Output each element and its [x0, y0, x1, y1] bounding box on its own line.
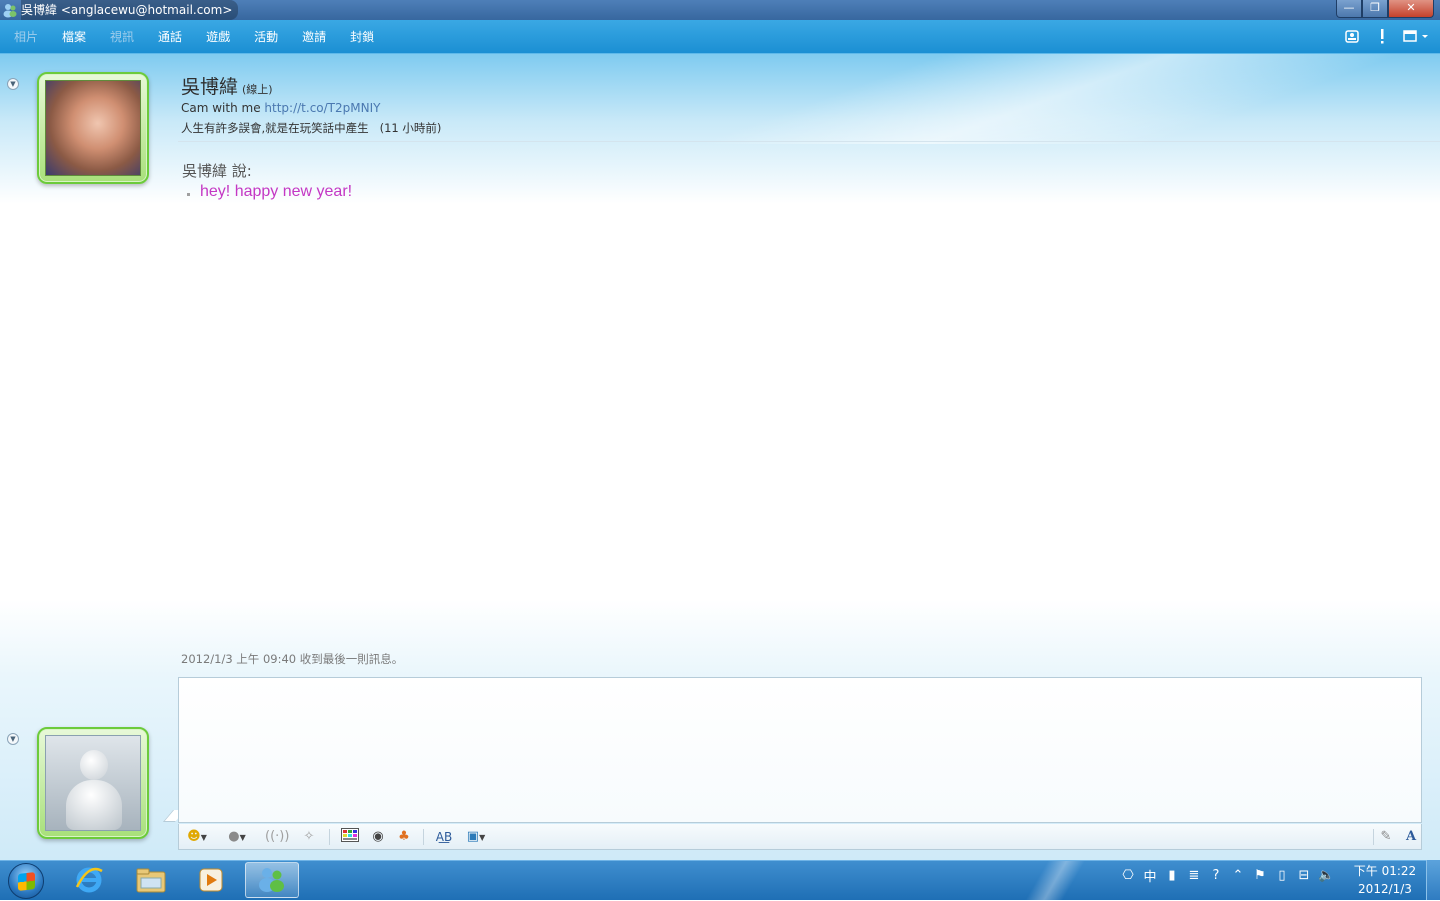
ime-mode-icon[interactable]: ⎔ [1120, 868, 1136, 883]
default-user-picture [45, 735, 141, 831]
windows-logo-icon [18, 872, 35, 891]
menu-games[interactable]: 遊戲 [206, 28, 230, 45]
handwriting-icon[interactable]: ✎ [1377, 828, 1395, 846]
menu-photos[interactable]: 相片 [14, 28, 38, 45]
window-title: 吳博緯 <anglacewu@hotmail.com> [21, 0, 239, 20]
alert-icon[interactable] [1372, 26, 1392, 46]
recent-status: 人生有許多誤會,就是在玩笑話中產生 (11 小時前) [181, 120, 441, 136]
menu-call[interactable]: 通話 [158, 28, 182, 45]
send-file-icon[interactable]: ◉ [370, 828, 386, 846]
clock-time: 下午 01:22 [1353, 864, 1417, 878]
message-input[interactable] [178, 677, 1422, 823]
contact-display-picture [45, 80, 141, 176]
taskbar-clock[interactable]: 下午 01:22 2012/1/3 [1350, 862, 1420, 898]
contact-status: (線上) [242, 83, 273, 96]
spellcheck-icon[interactable]: A͟B [434, 828, 454, 846]
last-received-notice: 2012/1/3 上午 09:40 收到最後一則訊息。 [181, 652, 404, 666]
contact-avatar[interactable] [37, 72, 149, 184]
message-text: hey! happy new year! [200, 183, 353, 200]
emoticon-icon[interactable]: ☻▼ [183, 828, 211, 846]
voice-clip-icon[interactable]: ✧ [301, 828, 317, 846]
recent-status-text: 人生有許多誤會,就是在玩笑話中產生 [181, 121, 369, 135]
clock-date: 2012/1/3 [1358, 882, 1412, 896]
games-icon[interactable]: ♣ [396, 828, 412, 846]
psm-text: Cam with me [181, 101, 265, 115]
personal-message: Cam with me http://t.co/T2pMNIY [181, 101, 380, 115]
maximize-button[interactable]: ❐ [1362, 0, 1388, 18]
sender-line: 吳博緯 說: [182, 162, 252, 180]
title-bar[interactable]: 吳博緯 <anglacewu@hotmail.com> — ❐ ✕ [0, 0, 1440, 20]
messenger-app-icon [3, 4, 17, 18]
action-center-icon[interactable]: ⚑ [1252, 868, 1268, 883]
collapse-user-avatar-button[interactable]: ▼ [7, 733, 19, 745]
layout-menu-icon[interactable] [1402, 26, 1430, 46]
system-tray: ⎔ 中 ▮ ≣ ? ⌃ ⚑ ▯ ⊟ 🔈 [1120, 866, 1334, 885]
activity-icon[interactable]: ▣▼ [461, 828, 491, 846]
windows-live-messenger-icon[interactable] [245, 862, 299, 898]
media-player-icon[interactable] [184, 862, 238, 898]
menu-items: 相片 檔案 視訊 通話 遊戲 活動 邀請 封鎖 [0, 20, 386, 52]
user-avatar[interactable] [37, 727, 149, 839]
start-button[interactable] [8, 863, 44, 899]
font-icon[interactable]: A [1403, 828, 1419, 846]
menu-video[interactable]: 視訊 [110, 28, 134, 45]
menu-bar: 相片 檔案 視訊 通話 遊戲 活動 邀請 封鎖 [0, 20, 1440, 54]
background-icon[interactable] [341, 828, 359, 846]
menu-invite[interactable]: 邀請 [302, 28, 326, 45]
menu-activities[interactable]: 活動 [254, 28, 278, 45]
internet-explorer-icon[interactable] [62, 862, 116, 898]
psm-link[interactable]: http://t.co/T2pMNIY [264, 101, 380, 115]
contact-name-line: 吳博緯 (線上) [181, 72, 273, 99]
show-desktop-button[interactable] [1426, 860, 1440, 900]
menu-files[interactable]: 檔案 [62, 28, 86, 45]
nudge-icon[interactable]: ((·)) [265, 828, 289, 846]
file-explorer-icon[interactable] [124, 862, 178, 898]
contact-name: 吳博緯 [181, 76, 239, 98]
tray-overflow-icon[interactable]: ⌃ [1230, 868, 1246, 883]
ime-fullwidth-icon[interactable]: ▮ [1164, 868, 1180, 883]
collapse-contact-avatar-button[interactable]: ▼ [7, 78, 19, 90]
help-icon[interactable]: ? [1208, 868, 1224, 883]
ime-language-indicator[interactable]: 中 [1142, 866, 1158, 885]
contact-card-icon[interactable] [1342, 26, 1362, 46]
wink-icon[interactable]: ●▼ [223, 828, 251, 846]
safely-remove-hardware-icon[interactable]: ▯ [1274, 868, 1290, 883]
minimize-button[interactable]: — [1336, 0, 1362, 18]
volume-icon[interactable]: 🔈 [1318, 868, 1334, 883]
close-button[interactable]: ✕ [1388, 0, 1434, 18]
ime-options-icon[interactable]: ≣ [1186, 868, 1202, 883]
message-bullet [187, 193, 190, 196]
menu-block[interactable]: 封鎖 [350, 28, 374, 45]
header-divider [178, 141, 1440, 142]
compose-toolbar: ☻▼ ●▼ ((·)) ✧ ◉ ♣ A͟B ▣▼ ✎ A [178, 824, 1422, 850]
recent-status-time: (11 小時前) [379, 121, 442, 135]
network-icon[interactable]: ⊟ [1296, 868, 1312, 883]
